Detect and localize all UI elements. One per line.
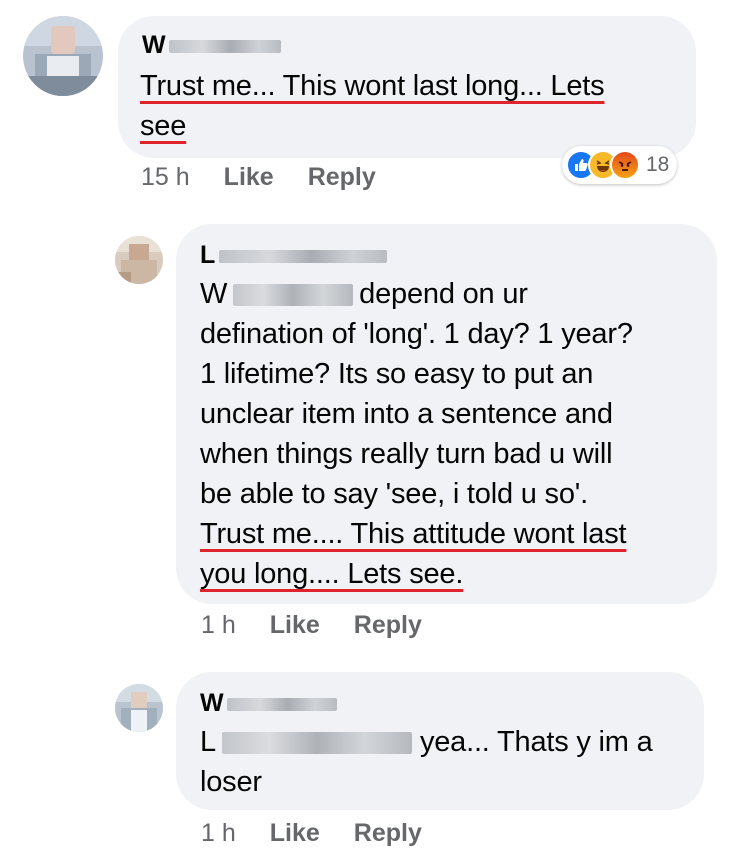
mention-initial[interactable]: L	[200, 726, 216, 758]
comment-actions: 1 h Like Reply	[201, 818, 422, 848]
comment-text: Lyea... Thats y im a loser	[200, 722, 700, 802]
avatar[interactable]	[115, 684, 163, 732]
comment-text-line: you long.... Lets see.	[200, 558, 464, 590]
comment-text-segment: depend on ur	[359, 278, 528, 310]
blurred-name	[227, 697, 338, 711]
like-button[interactable]: Like	[224, 162, 274, 192]
comment-text-line: Wdepend on ur	[200, 274, 710, 314]
like-button[interactable]: Like	[270, 818, 320, 848]
author-initial: L	[200, 241, 215, 269]
comment-text-line: Trust me.... This attitude wont last	[200, 518, 627, 550]
comment-time[interactable]: 1 h	[201, 610, 236, 640]
angry-icon	[610, 150, 640, 180]
comment-text: Trust me... This wont last long... Lets …	[140, 66, 690, 146]
comment-text-line: Trust me... This wont last long... Lets	[140, 70, 605, 102]
reaction-count: 18	[646, 153, 670, 176]
blurred-name	[218, 249, 387, 263]
reply-button[interactable]: Reply	[308, 162, 376, 192]
comment-text-line: when things really turn bad u will	[200, 438, 613, 470]
reaction-summary[interactable]: 18	[562, 146, 678, 184]
comment-text: Wdepend on ur defination of 'long'. 1 da…	[200, 274, 710, 594]
author-initial: W	[200, 689, 224, 717]
comment-text-line: Lyea... Thats y im a	[200, 722, 700, 762]
blurred-mention[interactable]	[221, 732, 412, 755]
mention-initial[interactable]: W	[200, 278, 227, 310]
comment-text-line: loser	[200, 766, 262, 798]
comment-text-line: see	[140, 110, 187, 142]
comment-time[interactable]: 15 h	[141, 162, 190, 192]
comment-author[interactable]: W	[200, 688, 338, 718]
comment-text-line: defination of 'long'. 1 day? 1 year?	[200, 318, 633, 350]
comment-text-segment: yea... Thats y im a	[419, 726, 653, 758]
comment-actions: 15 h Like Reply	[141, 162, 376, 192]
comment-actions: 1 h Like Reply	[201, 610, 422, 640]
comment-time[interactable]: 1 h	[201, 818, 236, 848]
avatar[interactable]	[23, 16, 103, 96]
comment-text-line: 1 lifetime? Its so easy to put an	[200, 358, 594, 390]
like-button[interactable]: Like	[270, 610, 320, 640]
reply-button[interactable]: Reply	[354, 610, 422, 640]
comment-author[interactable]: W	[142, 30, 282, 60]
author-initial: W	[142, 31, 166, 59]
comment-author[interactable]: L	[200, 240, 387, 270]
avatar[interactable]	[115, 236, 163, 284]
comment-text-line: unclear item into a sentence and	[200, 398, 613, 430]
comment-text-line: be able to say 'see, i told u so'.	[200, 478, 588, 510]
blurred-name	[169, 39, 282, 53]
blurred-mention[interactable]	[233, 284, 354, 307]
reply-button[interactable]: Reply	[354, 818, 422, 848]
